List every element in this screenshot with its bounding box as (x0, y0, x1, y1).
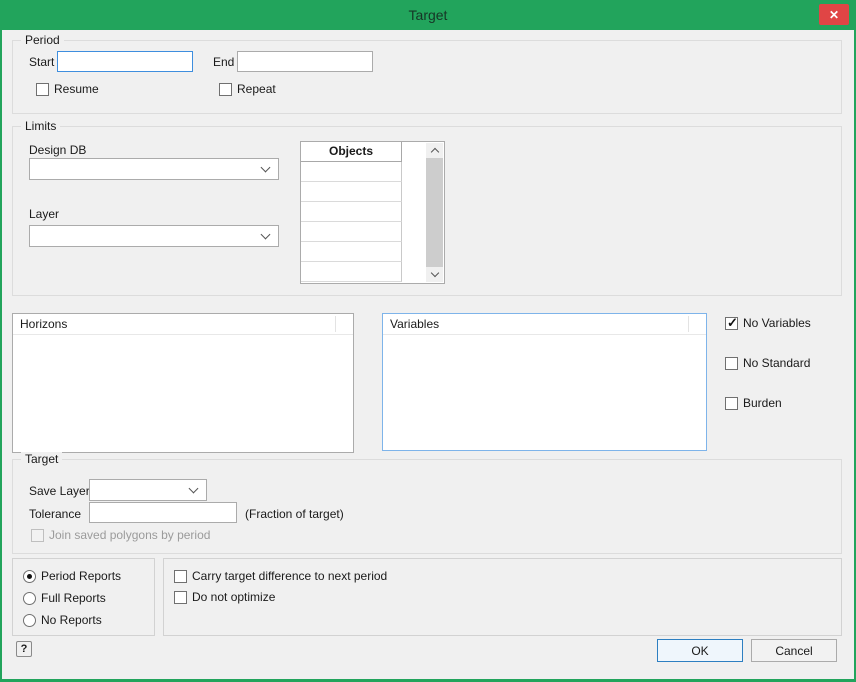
end-input[interactable] (237, 51, 373, 72)
ok-button-label: OK (691, 644, 708, 658)
tolerance-input[interactable] (89, 502, 237, 523)
carry-difference-checkbox[interactable]: Carry target difference to next period (174, 569, 387, 583)
horizons-header-label: Horizons (20, 317, 67, 331)
variables-list[interactable]: Variables (382, 313, 707, 451)
scrollbar-thumb[interactable] (426, 158, 443, 267)
scroll-up-button[interactable] (426, 143, 443, 158)
variables-header: Variables (383, 314, 706, 335)
objects-table-row[interactable] (301, 242, 402, 262)
objects-table[interactable]: Objects (300, 141, 445, 284)
objects-table-row[interactable] (301, 162, 402, 182)
checkbox-box (725, 357, 738, 370)
carry-difference-label: Carry target difference to next period (192, 569, 387, 583)
repeat-checkbox[interactable]: Repeat (219, 82, 276, 96)
no-variables-label: No Variables (743, 316, 811, 330)
no-standard-checkbox[interactable]: No Standard (725, 356, 810, 370)
cancel-button[interactable]: Cancel (751, 639, 837, 662)
target-dialog: Target ✕ Period Start End Resume Repeat … (0, 0, 856, 682)
chevron-down-icon (261, 230, 271, 240)
burden-checkbox[interactable]: Burden (725, 396, 782, 410)
column-divider (688, 316, 689, 332)
layer-select[interactable] (29, 225, 279, 247)
period-reports-radio[interactable]: Period Reports (23, 569, 121, 583)
period-reports-label: Period Reports (41, 569, 121, 583)
objects-column-header[interactable]: Objects (301, 142, 402, 162)
close-icon: ✕ (829, 9, 839, 21)
tolerance-label: Tolerance (29, 507, 81, 521)
do-not-optimize-checkbox[interactable]: Do not optimize (174, 590, 275, 604)
no-standard-label: No Standard (743, 356, 810, 370)
save-layer-select[interactable] (89, 479, 207, 501)
variables-list-body[interactable] (383, 335, 706, 450)
limits-group: Limits Design DB Layer Objects (12, 126, 842, 296)
design-db-label: Design DB (29, 143, 86, 157)
layer-label: Layer (29, 207, 59, 221)
objects-table-row[interactable] (301, 202, 402, 222)
column-divider (335, 316, 336, 332)
start-label: Start (29, 55, 54, 69)
chevron-up-icon (430, 148, 438, 156)
options-group: Carry target difference to next period D… (163, 558, 842, 636)
chevron-down-icon (189, 484, 199, 494)
save-layer-label: Save Layer (29, 484, 90, 498)
no-variables-checkbox[interactable]: No Variables (725, 316, 811, 330)
repeat-checkbox-label: Repeat (237, 82, 276, 96)
reports-group: Period Reports Full Reports No Reports (12, 558, 155, 636)
ok-button[interactable]: OK (657, 639, 743, 662)
target-legend: Target (21, 452, 62, 466)
join-polygons-checkbox: Join saved polygons by period (31, 528, 210, 542)
checkbox-box (174, 570, 187, 583)
window-border-left (0, 0, 2, 682)
objects-table-row[interactable] (301, 222, 402, 242)
window-title: Target (409, 7, 448, 23)
checkbox-box (219, 83, 232, 96)
checkbox-box (31, 529, 44, 542)
no-reports-label: No Reports (41, 613, 102, 627)
horizons-list[interactable]: Horizons (12, 313, 354, 453)
limits-legend: Limits (21, 119, 60, 133)
resume-checkbox[interactable]: Resume (36, 82, 99, 96)
design-db-select[interactable] (29, 158, 279, 180)
variables-header-label: Variables (390, 317, 439, 331)
burden-label: Burden (743, 396, 782, 410)
horizons-header: Horizons (13, 314, 353, 335)
chevron-down-icon (430, 269, 438, 277)
objects-scrollbar[interactable] (426, 143, 443, 282)
checkbox-box (725, 397, 738, 410)
radio-dot (23, 614, 36, 627)
period-legend: Period (21, 33, 64, 47)
help-icon: ? (21, 643, 28, 655)
close-button[interactable]: ✕ (819, 4, 849, 25)
objects-table-row[interactable] (301, 262, 402, 282)
chevron-down-icon (261, 163, 271, 173)
end-label: End (213, 55, 234, 69)
horizons-list-body[interactable] (13, 335, 353, 452)
objects-table-row[interactable] (301, 182, 402, 202)
checkbox-box (174, 591, 187, 604)
start-input[interactable] (57, 51, 193, 72)
tolerance-hint: (Fraction of target) (245, 507, 344, 521)
titlebar[interactable]: Target ✕ (0, 0, 856, 30)
target-group: Target Save Layer Tolerance (Fraction of… (12, 459, 842, 554)
period-group: Period Start End Resume Repeat (12, 40, 842, 114)
radio-dot (23, 570, 36, 583)
no-reports-radio[interactable]: No Reports (23, 613, 102, 627)
help-button[interactable]: ? (16, 641, 32, 657)
radio-dot (23, 592, 36, 605)
full-reports-radio[interactable]: Full Reports (23, 591, 106, 605)
do-not-optimize-label: Do not optimize (192, 590, 275, 604)
cancel-button-label: Cancel (775, 644, 812, 658)
join-polygons-label: Join saved polygons by period (49, 528, 210, 542)
scroll-down-button[interactable] (426, 267, 443, 282)
checkbox-box (725, 317, 738, 330)
full-reports-label: Full Reports (41, 591, 106, 605)
checkbox-box (36, 83, 49, 96)
resume-checkbox-label: Resume (54, 82, 99, 96)
